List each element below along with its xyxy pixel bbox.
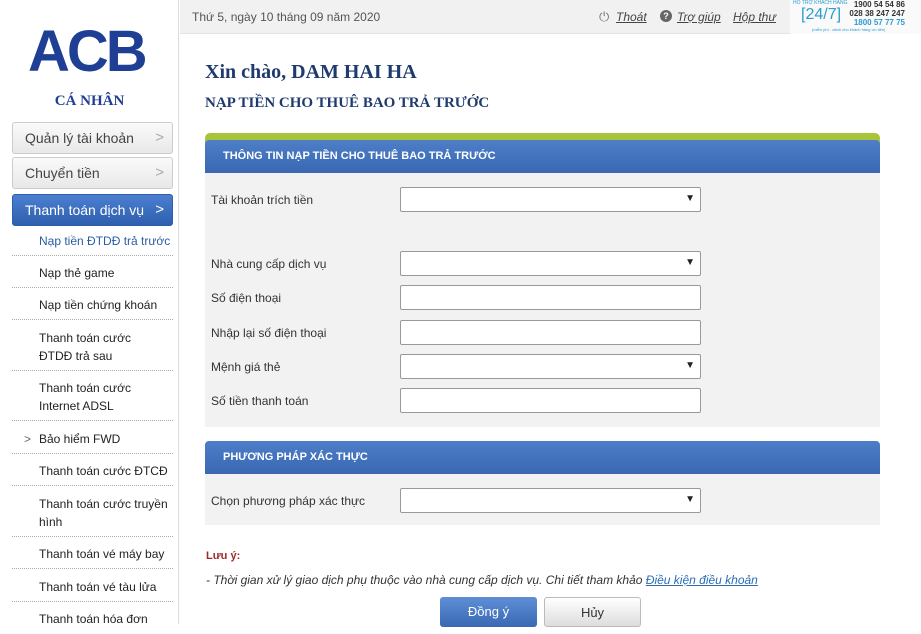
note-title: Lưu ý:: [206, 550, 241, 562]
chevron-right-icon: >: [155, 164, 164, 181]
hotline-sub: (miễn phí - dành cho khách hàng ưu tiên): [812, 27, 886, 32]
hotline-phone: 1800 57 77 75: [853, 18, 905, 27]
page-title: NẠP TIỀN CHO THUÊ BAO TRẢ TRƯỚC: [205, 95, 490, 111]
sidebar-item-tv[interactable]: Thanh toán cước truyền hình: [12, 495, 173, 537]
section-header-auth: PHƯƠNG PHÁP XÁC THỰC: [205, 441, 880, 474]
sidebar-item-adsl[interactable]: Thanh toán cước Internet ADSL: [12, 379, 173, 421]
provider-select[interactable]: ▼: [400, 251, 701, 276]
auth-method-select[interactable]: ▼: [400, 488, 701, 513]
acb-logo: ACB: [28, 19, 148, 84]
chevron-down-icon: ▼: [685, 360, 695, 371]
sidebar-item-invoice[interactable]: Thanh toán hóa đơn: [12, 610, 173, 634]
field-label: Chọn phương pháp xác thực: [211, 494, 366, 508]
sidebar: ACB CÁ NHÂN Quản lý tài khoản > Chuyển ti…: [0, 0, 179, 626]
chevron-right-icon: >: [155, 201, 164, 218]
sidebar-item-train[interactable]: Thanh toán vé tàu lửa: [12, 578, 173, 602]
note-text: - Thời gian xử lý giao dịch phụ thuộc và…: [206, 573, 646, 587]
help-link[interactable]: Trợ giúp: [677, 10, 721, 24]
field-label: Nhập lại số điện thoại: [211, 326, 327, 340]
amount-input[interactable]: [400, 388, 701, 413]
sidebar-item-flight[interactable]: Thanh toán vé máy bay: [12, 545, 173, 569]
section-header-topup: THÔNG TIN NẠP TIỀN CHO THUÊ BAO TRẢ TRƯỚ…: [205, 140, 880, 173]
sidebar-item-prepaid-topup[interactable]: Nạp tiền ĐTDĐ trả trước: [12, 232, 173, 256]
menu-label: Quản lý tài khoản: [25, 130, 134, 146]
field-label: Mệnh giá thẻ: [211, 360, 281, 374]
sidebar-item-postpaid[interactable]: Thanh toán cước ĐTDĐ trả sau: [12, 329, 173, 371]
menu-bill-payment[interactable]: Thanh toán dịch vụ >: [12, 194, 173, 226]
chevron-down-icon: ▼: [685, 257, 695, 268]
field-label: Nhà cung cấp dịch vụ: [211, 257, 327, 271]
item-label: Bảo hiểm FWD: [39, 432, 121, 446]
source-account-select[interactable]: ▼: [400, 187, 701, 212]
inbox-link[interactable]: Hộp thư: [733, 10, 776, 24]
greeting: Xin chào, DAM HAI HA: [205, 61, 417, 83]
menu-label: Chuyển tiền: [25, 165, 100, 181]
menu-transfer[interactable]: Chuyển tiền >: [12, 157, 173, 189]
power-icon: ⏻: [599, 9, 610, 24]
confirm-button[interactable]: Đồng ý: [440, 597, 537, 627]
menu-label: Thanh toán dịch vụ: [25, 202, 145, 218]
cancel-button[interactable]: Hủy: [544, 597, 641, 627]
hotline-phone: 028 38 247 247: [849, 9, 905, 18]
sidebar-item-securities[interactable]: Nạp tiền chứng khoán: [12, 296, 173, 320]
chevron-down-icon: ▼: [685, 193, 695, 204]
chevron-down-icon: ▼: [685, 494, 695, 505]
current-date: Thứ 5, ngày 10 tháng 09 năm 2020: [192, 10, 381, 24]
help-icon: ?: [660, 10, 672, 22]
sidebar-item-landline[interactable]: Thanh toán cước ĐTCĐ: [12, 462, 173, 486]
field-label: Tài khoản trích tiền: [211, 193, 314, 207]
phone-input[interactable]: [400, 285, 701, 310]
sidebar-item-fwd-insurance[interactable]: > Bảo hiểm FWD: [12, 430, 173, 454]
phone-confirm-input[interactable]: [400, 320, 701, 345]
terms-link[interactable]: Điều kiện điều khoản: [646, 573, 758, 587]
denomination-select[interactable]: ▼: [400, 354, 701, 379]
hotline-phone: 1900 54 54 86: [853, 0, 905, 9]
segment-label: CÁ NHÂN: [54, 93, 125, 109]
chevron-right-icon: >: [155, 129, 164, 146]
field-label: Số điện thoại: [211, 291, 282, 305]
chevron-right-icon: >: [24, 432, 32, 446]
sidebar-item-game-card[interactable]: Nạp thẻ game: [12, 264, 173, 288]
hotline-banner: HỖ TRỢ KHÁCH HÀNG [24/7] 1900 54 54 86 0…: [790, 0, 921, 34]
menu-account-management[interactable]: Quản lý tài khoản >: [12, 122, 173, 154]
top-bar: Thứ 5, ngày 10 tháng 09 năm 2020 ⏻ Thoát…: [180, 0, 790, 34]
logout-link[interactable]: Thoát: [616, 10, 647, 24]
hotline-badge: [24/7]: [801, 6, 842, 23]
field-label: Số tiền thanh toán: [211, 394, 309, 408]
